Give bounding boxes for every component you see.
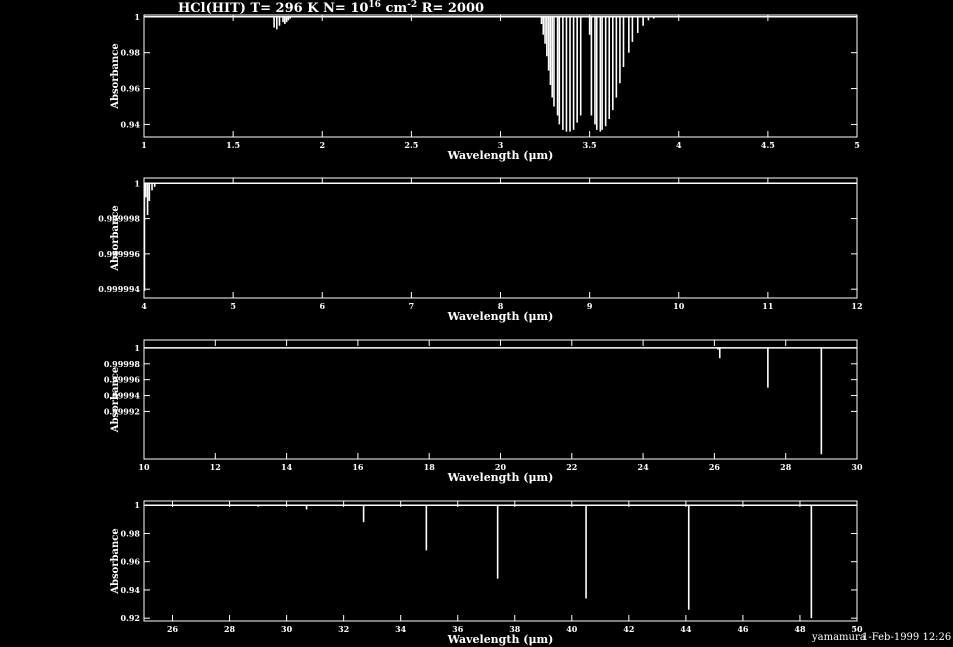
x-tick-label: 28 <box>780 462 792 472</box>
x-tick-label: 48 <box>794 624 806 634</box>
x-tick-label: 10 <box>673 301 685 311</box>
x-tick-label: 24 <box>638 462 650 472</box>
x-tick-label: 42 <box>623 624 634 634</box>
y-tick-label: 1 <box>134 12 140 22</box>
x-tick-label: 22 <box>566 462 577 472</box>
panel-2-ylabel: Absorbance <box>110 205 121 272</box>
x-tick-label: 30 <box>851 462 863 472</box>
x-tick-label: 46 <box>737 624 749 634</box>
x-tick-label: 7 <box>409 301 415 311</box>
panel-1-xlabel: Wavelength (μm) <box>447 149 554 162</box>
y-tick-label: 0.98 <box>121 528 141 538</box>
x-tick-label: 12 <box>210 462 221 472</box>
x-tick-label: 30 <box>281 624 293 634</box>
y-tick-label: 0.92 <box>121 613 140 623</box>
x-tick-label: 4 <box>141 301 147 311</box>
y-tick-label: 0.94 <box>121 119 141 129</box>
x-tick-label: 1.5 <box>226 140 240 150</box>
x-tick-label: 40 <box>566 624 578 634</box>
y-tick-label: 0.94 <box>121 585 141 595</box>
x-tick-label: 14 <box>281 462 293 472</box>
x-tick-label: 4.5 <box>761 140 775 150</box>
footer-timestamp: 1-Feb-1999 12:26 <box>862 632 951 643</box>
y-tick-label: 1 <box>134 500 140 510</box>
panel-3-ylabel: Absorbance <box>110 367 121 434</box>
panel-1-ylabel: Absorbance <box>110 43 121 110</box>
x-tick-label: 26 <box>167 624 179 634</box>
panel-2-xlabel: Wavelength (μm) <box>447 310 554 323</box>
x-tick-label: 2.5 <box>404 140 418 150</box>
figure-title: HCl(HIT) T= 296 K N= 1016 cm-2 R= 2000 <box>178 0 484 16</box>
y-tick-label: 0.98 <box>121 48 141 58</box>
x-tick-label: 6 <box>319 301 325 311</box>
x-tick-label: 12 <box>851 301 862 311</box>
x-tick-label: 32 <box>338 624 349 634</box>
y-tick-label: 0.96 <box>121 557 141 567</box>
x-tick-label: 9 <box>587 301 593 311</box>
y-tick-label: 1 <box>134 343 140 353</box>
x-tick-label: 1 <box>141 140 147 150</box>
x-tick-label: 34 <box>395 624 407 634</box>
x-tick-label: 5 <box>854 140 860 150</box>
y-tick-label: 0.96 <box>121 84 141 94</box>
x-tick-label: 44 <box>680 624 692 634</box>
x-tick-label: 5 <box>230 301 236 311</box>
panel-4-ylabel: Absorbance <box>110 528 121 595</box>
y-tick-label: 1 <box>134 178 140 188</box>
panel-4-xlabel: Wavelength (μm) <box>447 633 554 646</box>
x-tick-label: 3.5 <box>583 140 597 150</box>
x-tick-label: 10 <box>138 462 150 472</box>
footer-user: yamamura <box>811 632 866 643</box>
x-tick-label: 4 <box>676 140 682 150</box>
panel-3-xlabel: Wavelength (μm) <box>447 471 554 484</box>
x-tick-label: 26 <box>709 462 721 472</box>
x-tick-label: 18 <box>424 462 436 472</box>
x-tick-label: 28 <box>224 624 236 634</box>
spectrum-figure: HCl(HIT) T= 296 K N= 1016 cm-2 R= 2000 1… <box>0 0 953 647</box>
x-tick-label: 11 <box>762 301 773 311</box>
x-tick-label: 16 <box>352 462 364 472</box>
x-tick-label: 2 <box>319 140 325 150</box>
figure-background <box>0 0 953 647</box>
y-tick-label: 0.999994 <box>98 284 140 294</box>
